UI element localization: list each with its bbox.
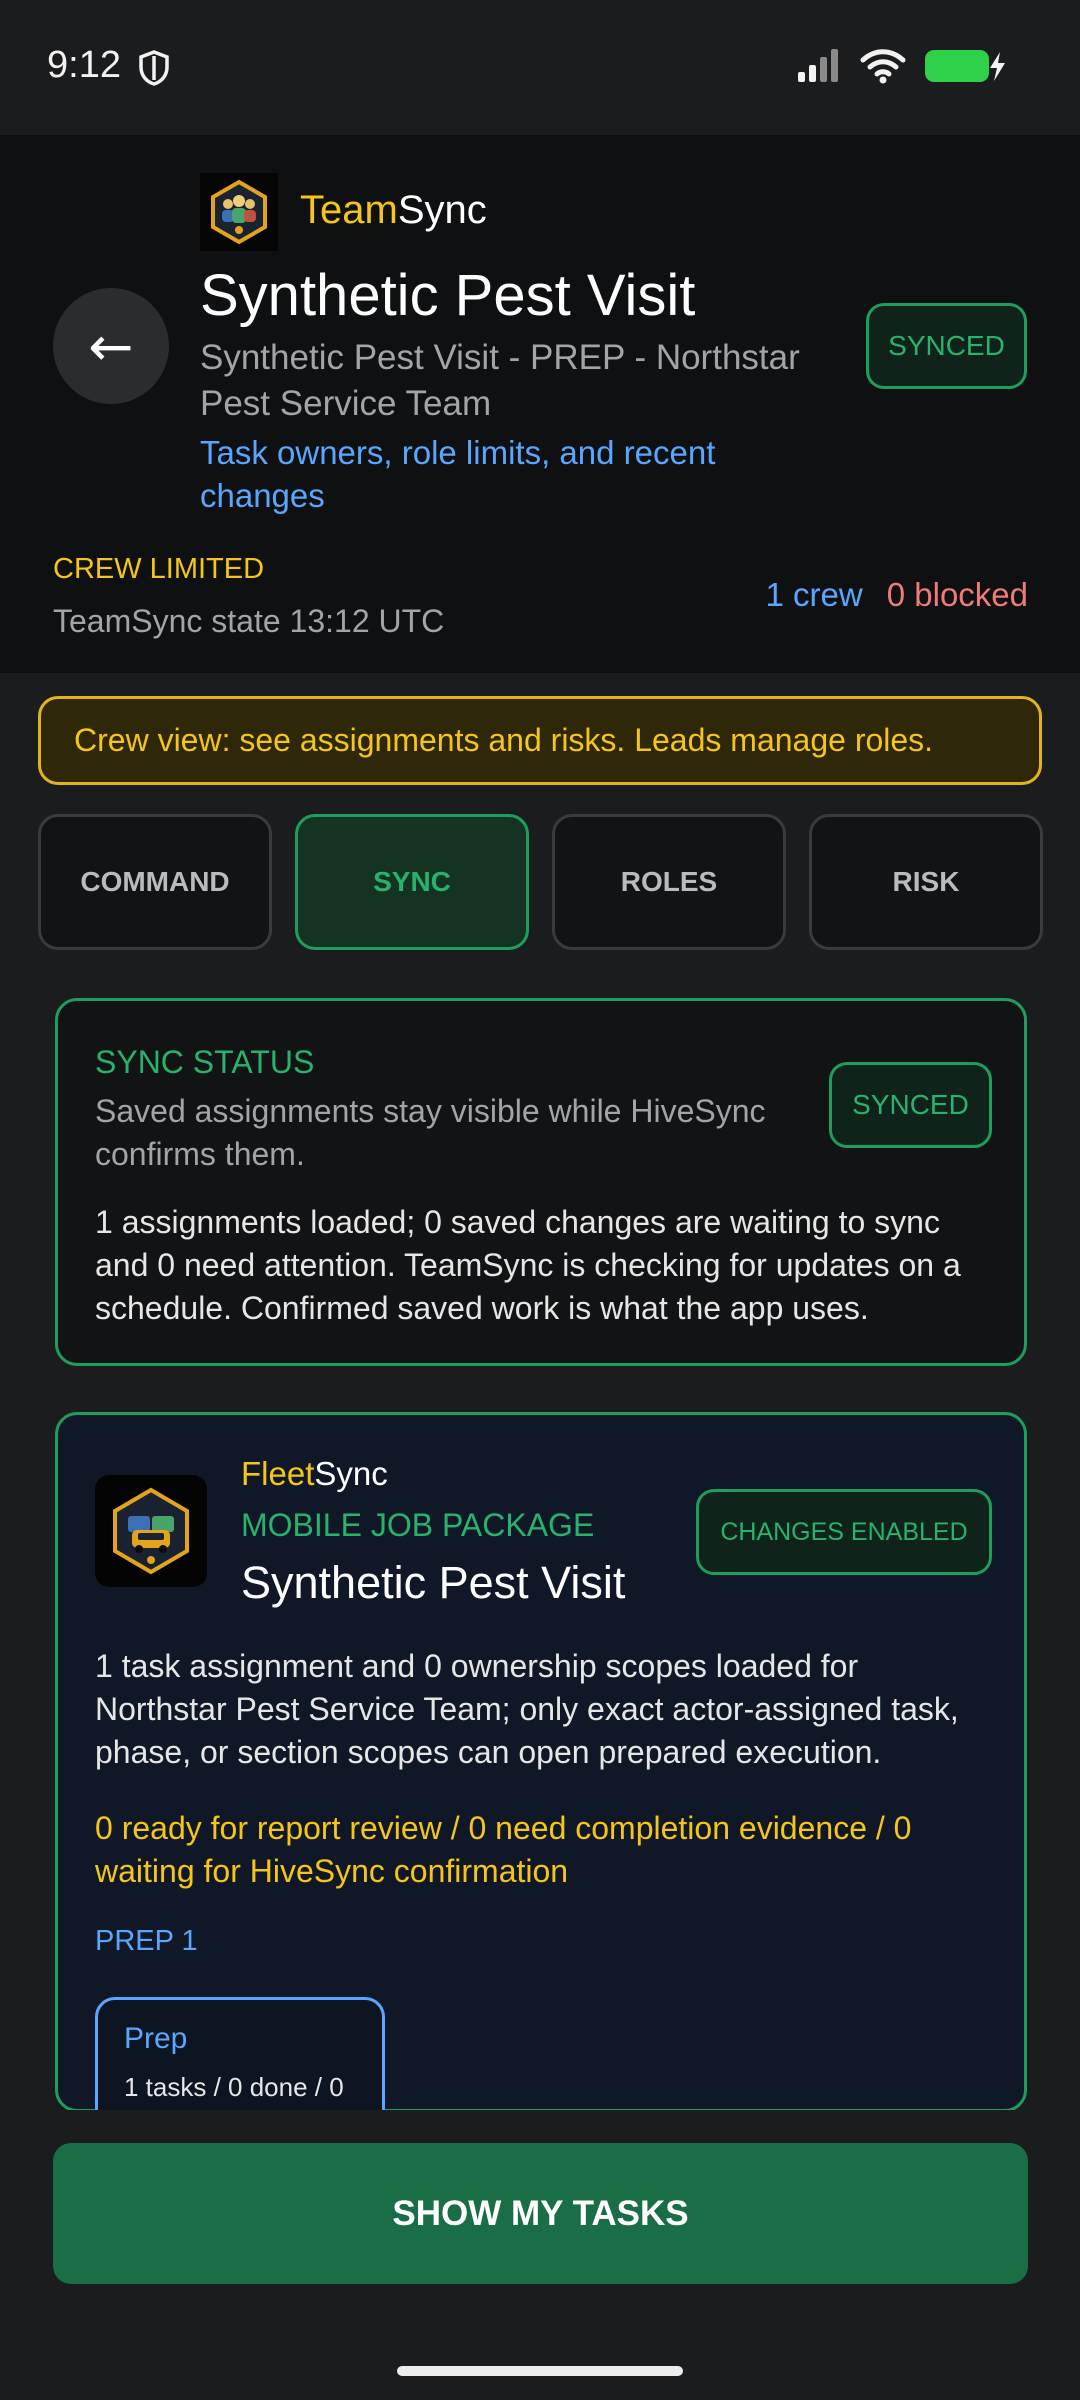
home-indicator[interactable] xyxy=(397,2366,683,2376)
sync-status-label: SYNC STATUS xyxy=(95,1044,315,1080)
fleet-brand-suffix: Sync xyxy=(314,1455,388,1492)
task-owners-link[interactable]: Task owners, role limits, and recent cha… xyxy=(200,431,820,517)
sync-status-body: 1 assignments loaded; 0 saved changes ar… xyxy=(95,1204,961,1326)
back-button[interactable]: ← xyxy=(53,288,169,404)
page-title: Synthetic Pest Visit xyxy=(200,263,696,328)
teamsync-logo xyxy=(200,173,278,251)
fleetsync-logo xyxy=(95,1475,207,1587)
synced-status-badge: SYNCED xyxy=(866,303,1027,389)
fleet-brand-prefix: Fleet xyxy=(241,1455,315,1492)
sync-status-description: Saved assignments stay visible while Hiv… xyxy=(95,1093,766,1172)
bottom-action-bar: SHOW MY TASKS xyxy=(0,2110,1080,2400)
signal-icon xyxy=(798,49,838,82)
sync-card-badge: SYNCED xyxy=(829,1062,992,1148)
teamsync-brand: TeamSync xyxy=(300,188,487,233)
tab-risk[interactable]: RISK xyxy=(809,814,1043,950)
brand-suffix: Sync xyxy=(397,188,487,232)
job-title: Synthetic Pest Visit xyxy=(241,1557,626,1608)
show-my-tasks-button[interactable]: SHOW MY TASKS xyxy=(53,2143,1028,2284)
changes-enabled-badge: CHANGES ENABLED xyxy=(696,1489,992,1575)
phase-stat: 1 tasks / 0 done / 0 xyxy=(124,2072,344,2102)
sync-status-card: SYNC STATUS Saved assignments stay visib… xyxy=(55,998,1027,1366)
phase-name: Prep xyxy=(124,2022,188,2055)
tab-sync[interactable]: SYNC xyxy=(295,814,529,950)
team-hexagon-icon xyxy=(211,179,267,245)
crew-view-notice: Crew view: see assignments and risks. Le… xyxy=(38,696,1042,785)
crew-counts: 1 crew 0 blocked xyxy=(766,576,1028,614)
page-subtitle: Synthetic Pest Visit - PREP - Northstar … xyxy=(200,338,800,423)
fleetsync-job-card[interactable]: FleetSync MOBILE JOB PACKAGE Synthetic P… xyxy=(55,1412,1027,2147)
shield-icon xyxy=(139,50,169,86)
brand-prefix: Team xyxy=(300,188,398,232)
status-icons xyxy=(796,48,1006,84)
back-arrow-icon: ← xyxy=(88,314,134,378)
fleet-truck-icon xyxy=(113,1487,189,1575)
status-bar: 9:12 xyxy=(0,0,1080,135)
fleetsync-brand: FleetSync xyxy=(241,1455,388,1493)
crew-count: 1 crew xyxy=(765,576,863,613)
job-review-warning: 0 ready for report review / 0 need compl… xyxy=(95,1810,912,1889)
status-time: 9:12 xyxy=(47,44,121,86)
crew-limited-label: CREW LIMITED xyxy=(53,553,265,585)
tab-command[interactable]: COMMAND xyxy=(38,814,272,950)
phase-label: PREP 1 xyxy=(95,1925,198,1957)
tab-roles[interactable]: ROLES xyxy=(552,814,786,950)
mobile-job-package-label: MOBILE JOB PACKAGE xyxy=(241,1507,595,1543)
job-summary: 1 task assignment and 0 ownership scopes… xyxy=(95,1648,959,1770)
wifi-icon xyxy=(860,49,906,84)
teamsync-state: TeamSync state 13:12 UTC xyxy=(53,603,445,639)
battery-charging-icon xyxy=(925,50,1005,82)
blocked-count: 0 blocked xyxy=(886,576,1028,613)
